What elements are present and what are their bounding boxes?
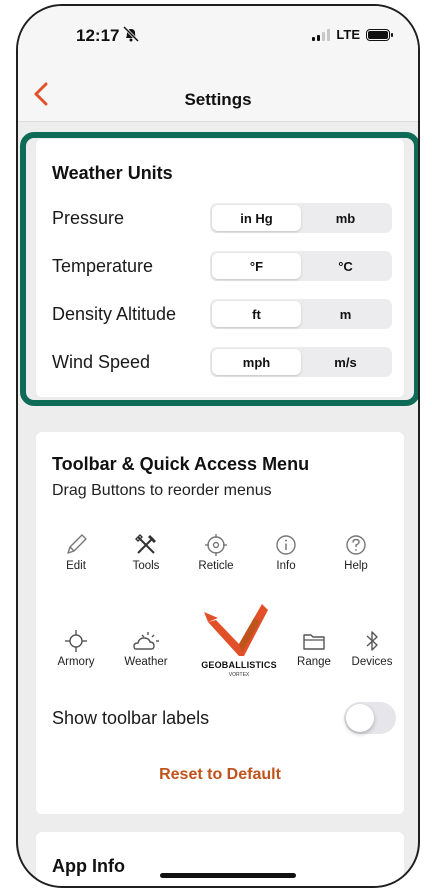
- toolbar-item-weather[interactable]: Weather: [114, 628, 178, 668]
- temperature-label: Temperature: [52, 256, 154, 276]
- wind-speed-option-ms[interactable]: m/s: [301, 349, 390, 375]
- wind-speed-segmented-control[interactable]: mph m/s: [210, 347, 392, 377]
- bluetooth-icon: [366, 631, 378, 651]
- network-type: LTE: [336, 27, 360, 42]
- toolbar-item-range[interactable]: Range: [282, 628, 346, 668]
- status-indicators: LTE: [312, 27, 393, 42]
- status-time: 12:17: [76, 26, 120, 45]
- temperature-option-f[interactable]: °F: [212, 253, 301, 279]
- phone-frame: 12:17 LTE Settings Weather Units Pressur…: [16, 4, 420, 888]
- toolbar-title: Toolbar & Quick Access Menu: [52, 454, 310, 474]
- logo-wordmark: GEOBALLISTICS: [201, 660, 277, 670]
- signal-icon: [312, 28, 331, 41]
- pressure-row: Pressure in Hg mb: [52, 203, 392, 235]
- toolbar-item-label: Reticle: [198, 560, 234, 572]
- wind-speed-row: Wind Speed mph m/s: [52, 347, 392, 379]
- toolbar-item-armory[interactable]: Armory: [44, 628, 108, 668]
- folder-icon: [303, 634, 325, 650]
- toggle-knob: [346, 704, 374, 732]
- toolbar-item-label: Weather: [124, 656, 168, 668]
- toolbar-item-edit[interactable]: Edit: [44, 532, 108, 572]
- page-title: Settings: [184, 90, 252, 109]
- show-labels-label: Show toolbar labels: [52, 708, 210, 728]
- home-indicator[interactable]: [160, 873, 296, 878]
- info-icon: [276, 535, 296, 555]
- density-altitude-option-m[interactable]: m: [301, 301, 390, 327]
- pressure-segmented-control[interactable]: in Hg mb: [210, 203, 392, 233]
- weather-icon: [133, 632, 159, 650]
- toolbar-item-label: Tools: [132, 560, 160, 572]
- toolbar-item-label: Armory: [57, 656, 95, 668]
- logo-subtext: VORTEX: [228, 672, 250, 678]
- show-labels-toggle[interactable]: [344, 702, 396, 734]
- density-altitude-segmented-control[interactable]: ft m: [210, 299, 392, 329]
- temperature-segmented-control[interactable]: °F °C: [210, 251, 392, 281]
- app-info-title: App Info: [52, 856, 125, 876]
- toolbar-item-label: Info: [276, 560, 296, 572]
- tools-icon: [135, 534, 156, 554]
- weather-units-title: Weather Units: [52, 163, 173, 183]
- geoballistics-logo: GEOBALLISTICS VORTEX: [194, 600, 284, 678]
- weather-units-card: Weather Units Pressure in Hg mb Temperat…: [36, 139, 404, 397]
- pressure-option-mb[interactable]: mb: [301, 205, 390, 231]
- toolbar-item-label: Devices: [351, 656, 393, 668]
- temperature-option-c[interactable]: °C: [301, 253, 390, 279]
- toolbar-item-tools[interactable]: Tools: [114, 532, 178, 572]
- show-labels-row: Show toolbar labels: [52, 702, 396, 736]
- toolbar-item-devices[interactable]: Devices: [340, 628, 404, 668]
- wind-speed-option-mph[interactable]: mph: [212, 349, 301, 375]
- app-info-card: App Info: [36, 832, 404, 886]
- bell-slash-icon: [122, 26, 140, 42]
- toolbar-item-help[interactable]: Help: [324, 532, 388, 572]
- toolbar-item-label: Help: [344, 560, 368, 572]
- reticle-icon: [205, 534, 227, 556]
- pencil-icon: [67, 534, 87, 554]
- status-bar: 12:17 LTE: [18, 6, 418, 66]
- armory-icon: [65, 630, 87, 652]
- density-altitude-option-ft[interactable]: ft: [212, 301, 301, 327]
- wind-speed-label: Wind Speed: [52, 352, 151, 372]
- toolbar-subtitle: Drag Buttons to reorder menus: [52, 482, 272, 499]
- pressure-label: Pressure: [52, 208, 125, 228]
- geoballistics-logo-mark: [204, 604, 268, 656]
- toolbar-item-label: Edit: [66, 560, 86, 572]
- battery-icon: [366, 28, 393, 41]
- navigation-bar: Settings: [18, 66, 418, 122]
- help-icon: [346, 535, 366, 555]
- temperature-row: Temperature °F °C: [52, 251, 392, 283]
- density-altitude-label: Density Altitude: [52, 304, 177, 324]
- toolbar-card: Toolbar & Quick Access Menu Drag Buttons…: [36, 432, 404, 814]
- pressure-option-inhg[interactable]: in Hg: [212, 205, 301, 231]
- toolbar-item-label: Range: [297, 656, 331, 668]
- density-altitude-row: Density Altitude ft m: [52, 299, 392, 331]
- toolbar-item-info[interactable]: Info: [254, 532, 318, 572]
- reset-to-default-button[interactable]: Reset to Default: [36, 766, 404, 784]
- toolbar-item-reticle[interactable]: Reticle: [184, 532, 248, 572]
